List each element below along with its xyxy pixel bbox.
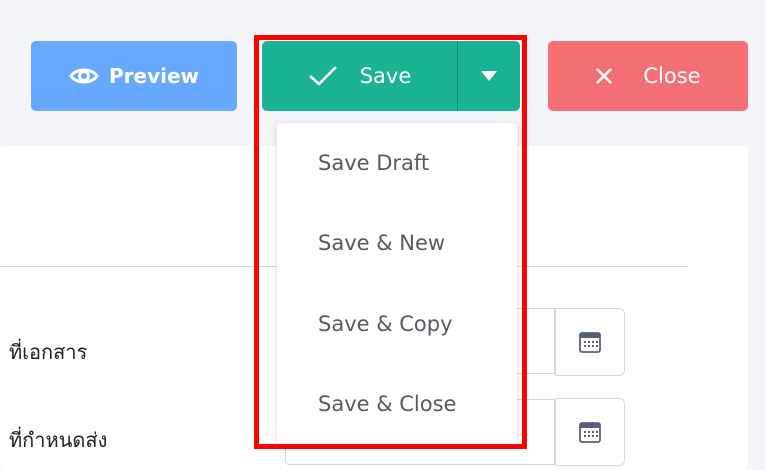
close-button[interactable]: Close	[548, 41, 748, 111]
menu-item-save-copy[interactable]: Save & Copy	[277, 284, 517, 364]
due-date-calendar-button[interactable]	[555, 398, 625, 466]
calendar-icon	[579, 331, 601, 353]
close-label: Close	[643, 64, 701, 88]
save-options-toggle[interactable]	[457, 41, 520, 111]
menu-item-save-draft[interactable]: Save Draft	[277, 123, 517, 203]
due-date-label: ที่กำหนดส่ง	[9, 428, 108, 452]
document-date-calendar-button[interactable]	[555, 308, 625, 376]
save-options-menu: Save Draft Save & New Save & Copy Save &…	[277, 123, 517, 445]
calendar-icon	[579, 421, 601, 443]
save-button[interactable]: Save	[262, 41, 457, 111]
page: Preview Save Close ที่เอกสาร ที่กำหนดส่ง	[0, 0, 765, 470]
document-date-label: ที่เอกสาร	[9, 340, 88, 364]
caret-down-icon	[481, 71, 497, 81]
eye-icon	[69, 66, 99, 86]
menu-item-save-new[interactable]: Save & New	[277, 203, 517, 283]
menu-item-save-close[interactable]: Save & Close	[277, 364, 517, 444]
preview-label: Preview	[108, 64, 200, 88]
close-icon	[595, 67, 613, 85]
save-label: Save	[359, 64, 412, 88]
preview-button[interactable]: Preview	[31, 41, 237, 111]
checkmark-icon	[308, 65, 338, 87]
